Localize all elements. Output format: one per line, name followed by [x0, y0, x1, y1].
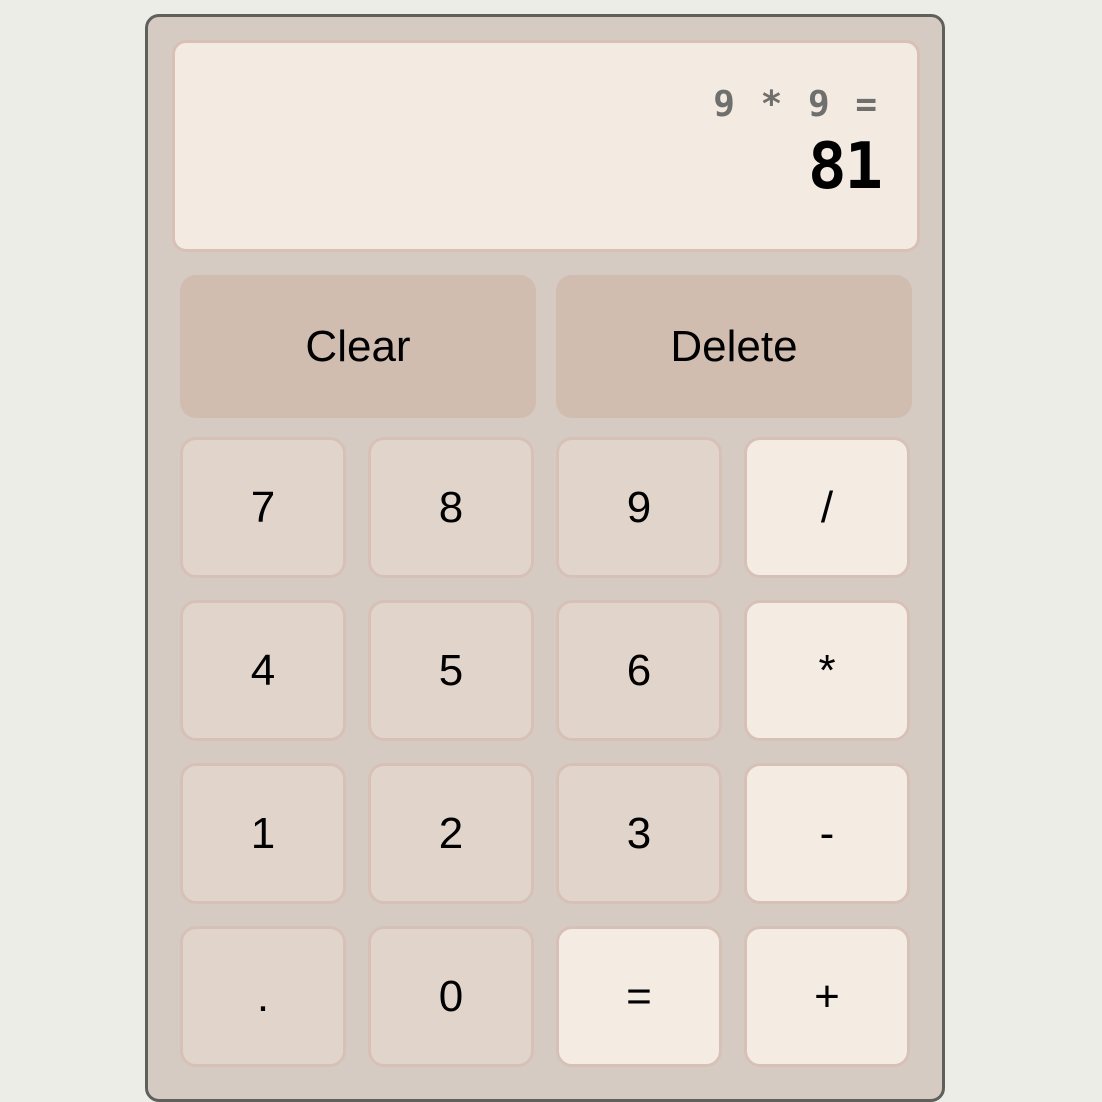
calculator: 9 * 9 = 81 Clear Delete 7 8 9 / 4 5 6 * … [145, 14, 945, 1102]
key-7-button[interactable]: 7 [180, 437, 346, 578]
key-0-button[interactable]: 0 [368, 926, 534, 1067]
key-8-button[interactable]: 8 [368, 437, 534, 578]
key-1-button[interactable]: 1 [180, 763, 346, 904]
subtract-button[interactable]: - [744, 763, 910, 904]
key-5-button[interactable]: 5 [368, 600, 534, 741]
key-4-button[interactable]: 4 [180, 600, 346, 741]
divide-button[interactable]: / [744, 437, 910, 578]
multiply-button[interactable]: * [744, 600, 910, 741]
key-6-button[interactable]: 6 [556, 600, 722, 741]
decimal-point-button[interactable]: . [180, 926, 346, 1067]
key-9-button[interactable]: 9 [556, 437, 722, 578]
expression-display: 9 * 9 = [713, 84, 879, 125]
calculator-display: 9 * 9 = 81 [172, 40, 920, 252]
equals-button[interactable]: = [556, 926, 722, 1067]
key-2-button[interactable]: 2 [368, 763, 534, 904]
result-display: 81 [807, 130, 883, 204]
delete-button[interactable]: Delete [556, 275, 912, 418]
add-button[interactable]: + [744, 926, 910, 1067]
key-3-button[interactable]: 3 [556, 763, 722, 904]
clear-button[interactable]: Clear [180, 275, 536, 418]
